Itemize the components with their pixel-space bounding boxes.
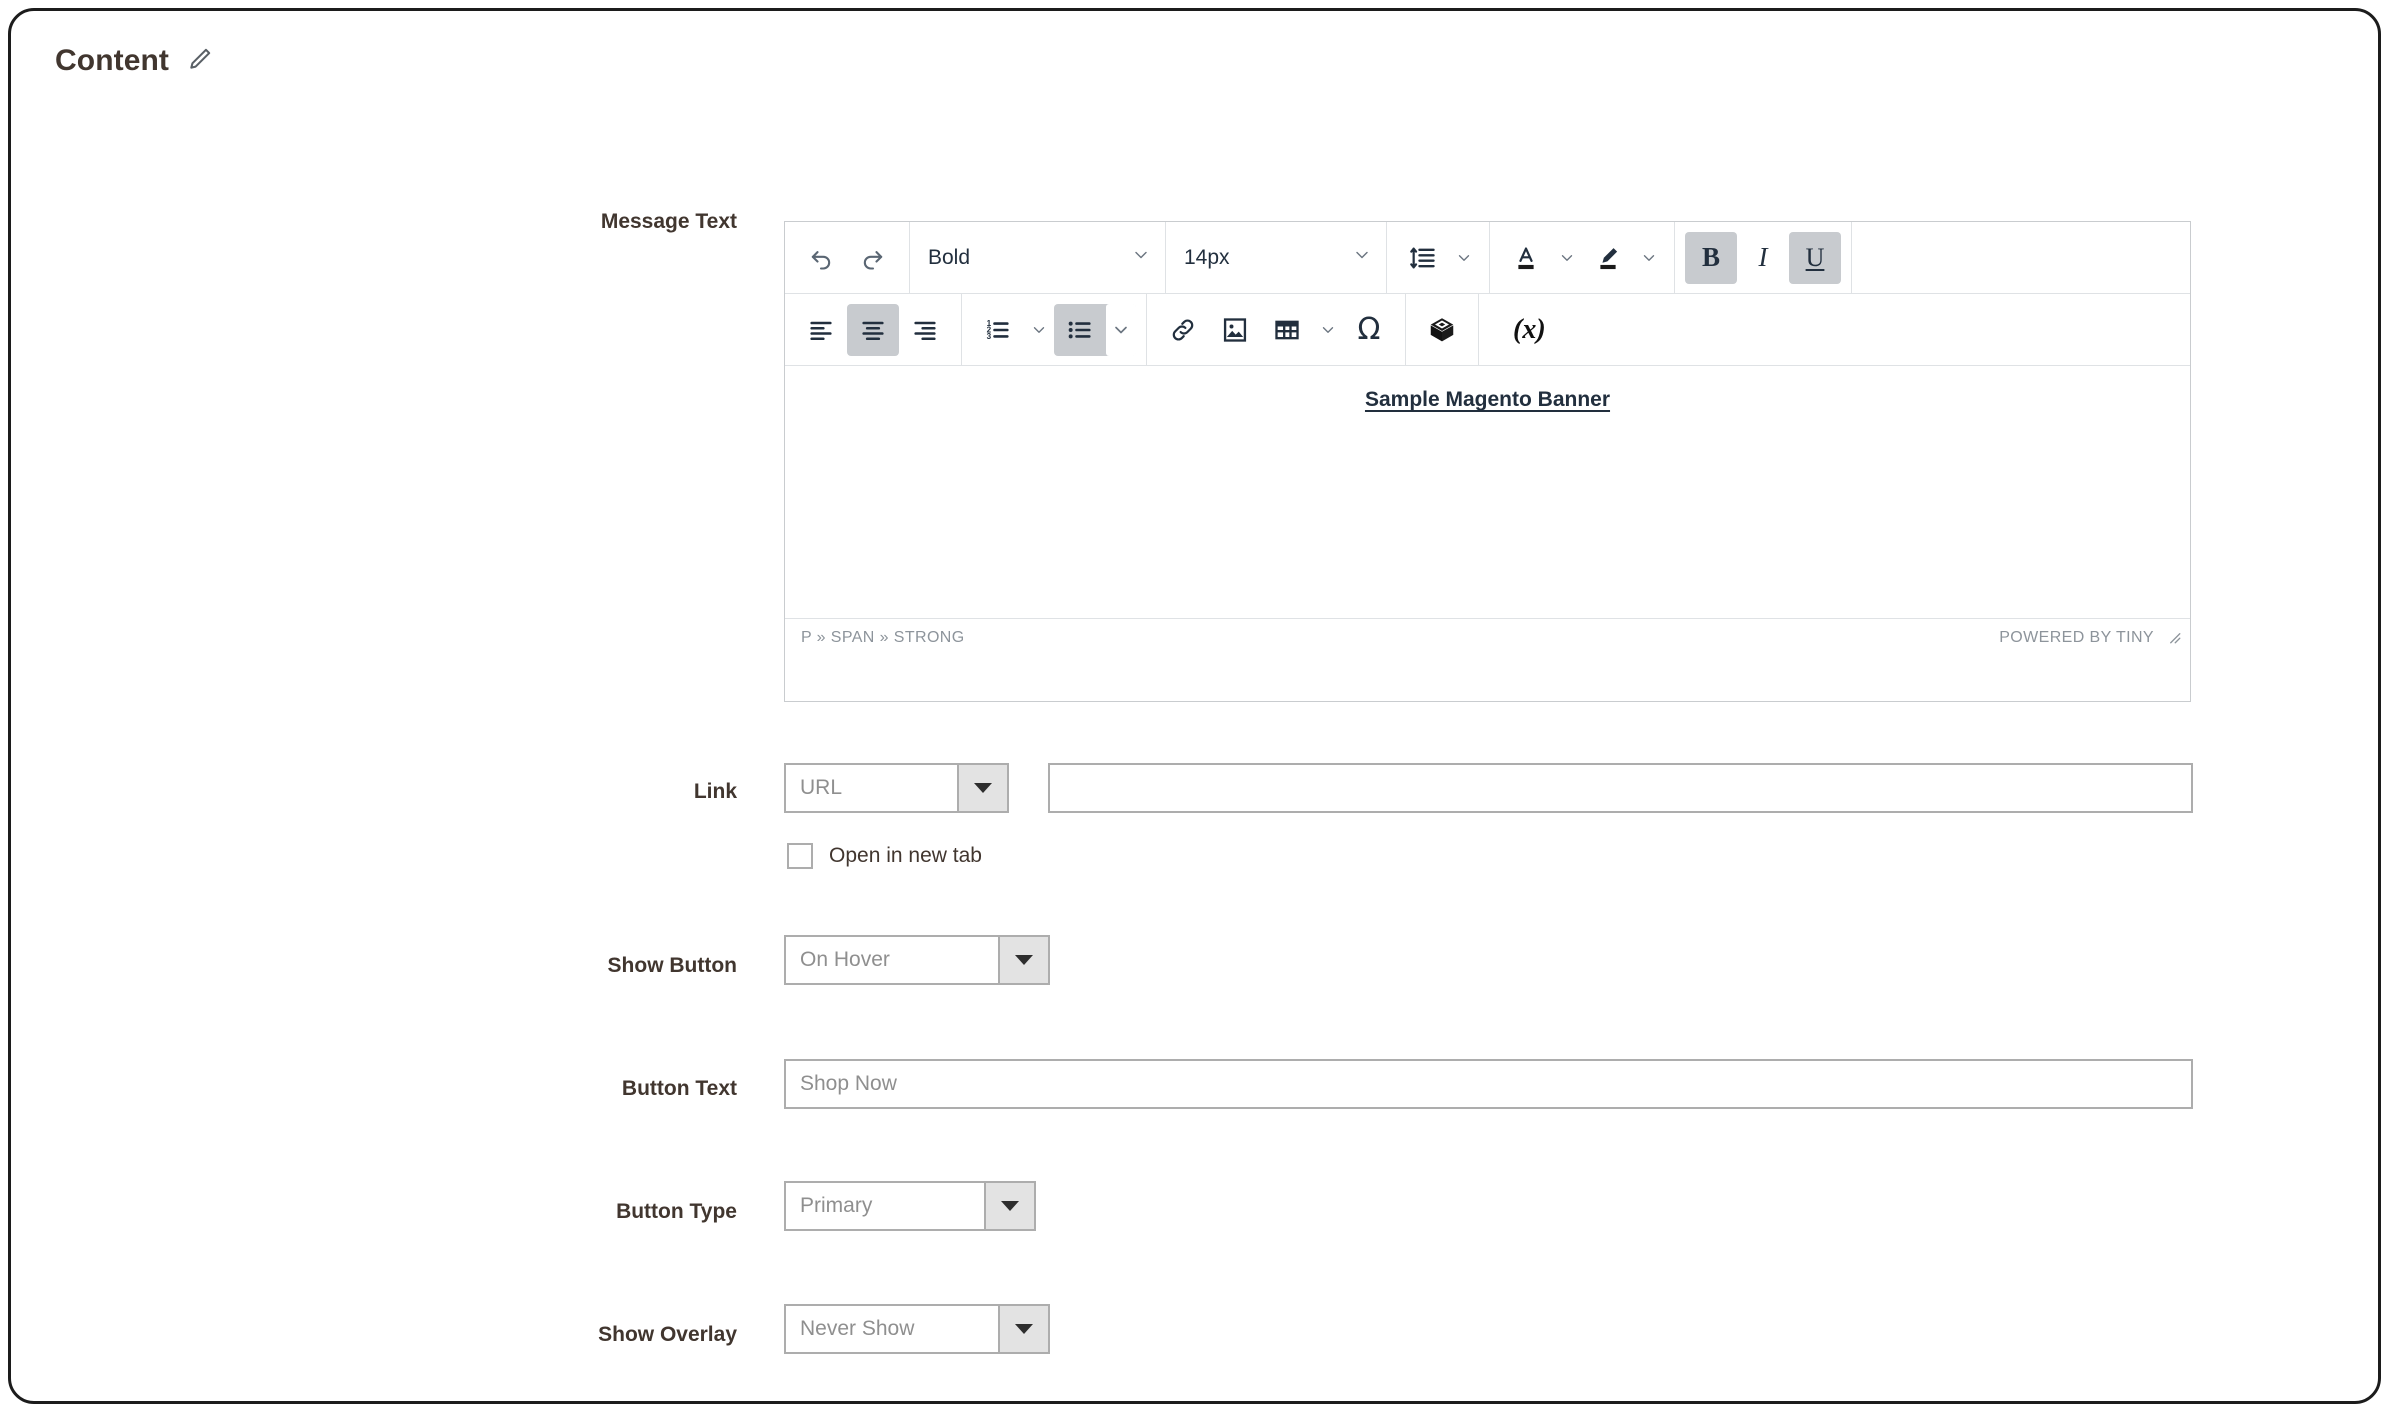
chevron-down-icon[interactable]	[1449, 232, 1479, 284]
align-left-icon[interactable]	[795, 304, 847, 356]
redo-icon[interactable]	[847, 232, 899, 284]
bullet-list-icon[interactable]	[1054, 304, 1106, 356]
style-group: B I U	[1675, 222, 1852, 293]
link-label-row: Link	[557, 781, 737, 802]
button-text-value: Shop Now	[800, 1072, 897, 1095]
chevron-down-icon[interactable]	[1106, 303, 1136, 356]
button-type-label: Button Type	[616, 1200, 737, 1223]
fontsize-select[interactable]: 14px	[1166, 222, 1386, 293]
omega-glyph: Ω	[1357, 312, 1381, 347]
editor-content-text: Sample Magento Banner	[1364, 388, 1611, 411]
button-text-input[interactable]: Shop Now	[784, 1059, 2193, 1109]
line-height-split[interactable]	[1397, 232, 1479, 284]
chevron-down-icon[interactable]	[1313, 304, 1343, 356]
content-section-card: Content Message Text Bold 14px B I U 1 2…	[8, 8, 2381, 1404]
variable-glyph: (x)	[1513, 313, 1546, 345]
underline-label: U	[1805, 242, 1825, 272]
chevron-down-icon[interactable]	[957, 765, 1007, 811]
link-label: Link	[693, 780, 737, 803]
widget-group	[1406, 294, 1479, 365]
editor-toolbar-row-1: Bold 14px B I U	[785, 222, 2190, 294]
svg-text:3: 3	[987, 332, 992, 341]
show-button-select[interactable]: On Hover	[784, 935, 1050, 985]
text-color-split[interactable]	[1500, 232, 1582, 284]
link-icon[interactable]	[1157, 304, 1209, 356]
color-group	[1490, 222, 1675, 293]
italic-button[interactable]: I	[1737, 232, 1789, 284]
button-type-value: Primary	[800, 1194, 873, 1217]
undo-icon[interactable]	[795, 232, 847, 284]
checkbox-box[interactable]	[787, 843, 813, 869]
line-height-icon[interactable]	[1397, 232, 1449, 284]
resize-grip-icon[interactable]	[2164, 627, 2182, 650]
chevron-down-icon[interactable]	[984, 1183, 1034, 1229]
bullet-list-split[interactable]	[1054, 303, 1136, 356]
underline-button[interactable]: U	[1789, 231, 1841, 284]
table-icon[interactable]	[1261, 304, 1313, 356]
show-overlay-value: Never Show	[800, 1317, 915, 1340]
link-type-value: URL	[800, 776, 843, 799]
list-group: 123	[962, 294, 1147, 365]
message-text-editor[interactable]: Bold 14px B I U 1 2 3 Ω (x) Sample Magen…	[784, 221, 2191, 702]
insert-group: Ω	[1147, 294, 1406, 365]
pencil-icon[interactable]	[187, 46, 213, 77]
align-right-icon[interactable]	[899, 304, 951, 356]
button-type-select[interactable]: Primary	[784, 1181, 1036, 1231]
fontsize-select-value: 14px	[1184, 245, 1230, 269]
numbered-list-split[interactable]: 123	[972, 304, 1054, 356]
button-type-label-row: Button Type	[497, 1201, 737, 1222]
element-path[interactable]: P » SPAN » STRONG	[801, 629, 965, 647]
format-select-value: Bold	[928, 245, 971, 269]
link-type-select[interactable]: URL	[784, 763, 1009, 813]
toolbar-row1-spacer	[1852, 222, 2190, 293]
chevron-down-icon[interactable]	[1024, 304, 1054, 356]
special-character-icon[interactable]: Ω	[1343, 304, 1395, 356]
table-split[interactable]	[1261, 304, 1343, 356]
button-text-label: Button Text	[621, 1077, 737, 1100]
open-in-new-tab-checkbox[interactable]: Open in new tab	[787, 843, 982, 869]
show-button-value: On Hover	[800, 948, 890, 971]
variable-group: (x)	[1479, 294, 2190, 365]
tiny-branding[interactable]: POWERED BY TINY	[1999, 629, 2154, 647]
show-overlay-label: Show Overlay	[598, 1323, 737, 1346]
button-text-label-row: Button Text	[497, 1078, 737, 1099]
message-text-label-row: Message Text	[557, 211, 737, 232]
chevron-down-icon	[1352, 245, 1372, 270]
chevron-down-icon	[1131, 245, 1151, 270]
section-header: Content	[55, 44, 213, 78]
text-color-icon[interactable]	[1500, 232, 1552, 284]
message-text-label: Message Text	[600, 210, 737, 233]
link-url-input[interactable]	[1048, 763, 2193, 813]
chevron-down-icon[interactable]	[998, 937, 1048, 983]
bold-button[interactable]: B	[1685, 231, 1737, 284]
italic-label: I	[1758, 242, 1768, 272]
numbered-list-icon[interactable]: 123	[972, 304, 1024, 356]
show-button-label-row: Show Button	[477, 955, 737, 976]
lineheight-group	[1387, 222, 1490, 293]
magento-widget-icon[interactable]	[1416, 304, 1468, 356]
highlight-color-icon[interactable]	[1582, 232, 1634, 284]
open-in-new-tab-label: Open in new tab	[829, 844, 982, 867]
chevron-down-icon[interactable]	[1552, 232, 1582, 284]
bold-label: B	[1701, 242, 1720, 272]
editor-toolbar-row-2: 123 Ω (x)	[785, 294, 2190, 366]
format-select-group: Bold	[910, 222, 1166, 293]
chevron-down-icon[interactable]	[1634, 232, 1664, 284]
format-select[interactable]: Bold	[910, 222, 1165, 293]
highlight-color-split[interactable]	[1582, 232, 1664, 284]
variable-icon[interactable]: (x)	[1505, 304, 1554, 356]
align-center-icon[interactable]	[847, 303, 899, 356]
show-button-label: Show Button	[607, 954, 737, 977]
editor-status-bar: P » SPAN » STRONG POWERED BY TINY	[785, 619, 2190, 657]
show-overlay-select[interactable]: Never Show	[784, 1304, 1050, 1354]
chevron-down-icon[interactable]	[998, 1306, 1048, 1352]
history-group	[785, 222, 910, 293]
page-title: Content	[55, 44, 170, 77]
align-group	[785, 294, 962, 365]
image-icon[interactable]	[1209, 304, 1261, 356]
show-overlay-label-row: Show Overlay	[477, 1324, 737, 1345]
editor-content-area[interactable]: Sample Magento Banner	[785, 366, 2190, 619]
fontsize-select-group: 14px	[1166, 222, 1387, 293]
